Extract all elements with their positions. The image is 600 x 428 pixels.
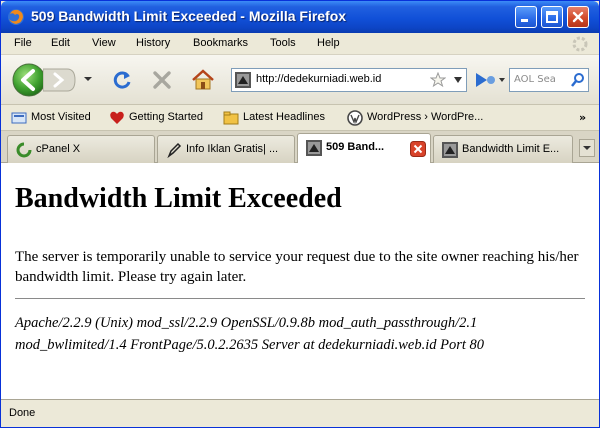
title-bar[interactable]: 509 Bandwidth Limit Exceeded - Mozilla F…	[1, 1, 599, 33]
error-message: The server is temporarily unable to serv…	[15, 249, 579, 285]
status-text: Done	[9, 407, 36, 419]
menu-tools[interactable]: Tools	[270, 37, 296, 49]
menu-file[interactable]: File	[14, 37, 32, 49]
menu-history[interactable]: History	[136, 37, 170, 49]
maximize-button[interactable]	[541, 6, 563, 28]
history-dropdown-icon[interactable]	[83, 74, 93, 84]
search-engine-icon[interactable]	[473, 69, 507, 91]
menu-view[interactable]: View	[92, 37, 116, 49]
stop-icon[interactable]	[151, 69, 173, 91]
close-tab-icon[interactable]	[410, 141, 426, 157]
pen-icon	[167, 142, 182, 158]
server-signature: Apache/2.2.9 (Unix) mod_ssl/2.2.9 OpenSS…	[15, 315, 485, 353]
server-icon	[442, 142, 458, 158]
menu-bar: File Edit View History Bookmarks Tools H…	[1, 33, 599, 55]
divider	[15, 298, 585, 299]
tab-509-bandwidth[interactable]: 509 Band...	[297, 133, 431, 163]
address-bar[interactable]: http://dedekurniadi.web.id	[231, 68, 467, 92]
maximize-icon	[546, 11, 558, 23]
rss-feed-icon	[223, 111, 239, 125]
magnifier-icon[interactable]	[570, 72, 586, 88]
menu-bookmarks[interactable]: Bookmarks	[193, 37, 248, 49]
back-arrow-icon[interactable]	[11, 62, 47, 98]
minimize-button[interactable]	[515, 6, 537, 28]
server-icon	[306, 140, 322, 156]
bookmarks-overflow-chevron[interactable]: »	[579, 111, 586, 124]
home-icon[interactable]	[191, 68, 215, 92]
menu-edit[interactable]: Edit	[51, 37, 70, 49]
navigation-toolbar: http://dedekurniadi.web.id AOL Sea	[1, 55, 599, 105]
tab-list-dropdown-icon[interactable]	[579, 139, 595, 157]
page-heading: Bandwidth Limit Exceeded	[15, 183, 342, 214]
status-bar: Done	[1, 399, 599, 427]
window-title: 509 Bandwidth Limit Exceeded - Mozilla F…	[31, 8, 347, 24]
site-favicon-icon	[235, 72, 251, 88]
minimize-icon	[521, 19, 528, 22]
getting-started-icon	[110, 111, 124, 124]
search-input[interactable]: AOL Sea	[509, 68, 589, 92]
search-placeholder: AOL Sea	[514, 74, 556, 85]
throbber-icon	[572, 36, 588, 52]
forward-arrow-icon[interactable]	[43, 67, 77, 93]
most-visited-icon	[11, 112, 27, 124]
tab-info-iklan[interactable]: Info Iklan Gratis| ...	[157, 135, 295, 163]
tab-cpanel[interactable]: cPanel X	[7, 135, 155, 163]
wordpress-icon	[347, 110, 363, 126]
url-text: http://dedekurniadi.web.id	[256, 73, 382, 85]
browser-window: 509 Bandwidth Limit Exceeded - Mozilla F…	[0, 0, 600, 428]
page-content: Bandwidth Limit Exceeded The server is t…	[1, 163, 599, 399]
menu-help[interactable]: Help	[317, 37, 340, 49]
firefox-icon	[8, 9, 24, 25]
tab-bar: cPanel X Info Iklan Gratis| ... 509 Band…	[1, 131, 599, 163]
bookmark-star-icon[interactable]	[430, 72, 446, 88]
reload-icon[interactable]	[111, 69, 133, 91]
tab-bandwidth-limit[interactable]: Bandwidth Limit E...	[433, 135, 573, 163]
url-dropdown-icon[interactable]	[454, 77, 462, 83]
close-button[interactable]	[567, 6, 589, 28]
cpanel-icon	[16, 142, 32, 158]
bookmarks-toolbar: Most Visited Getting Started Latest Head…	[1, 105, 599, 131]
close-icon	[572, 11, 584, 23]
